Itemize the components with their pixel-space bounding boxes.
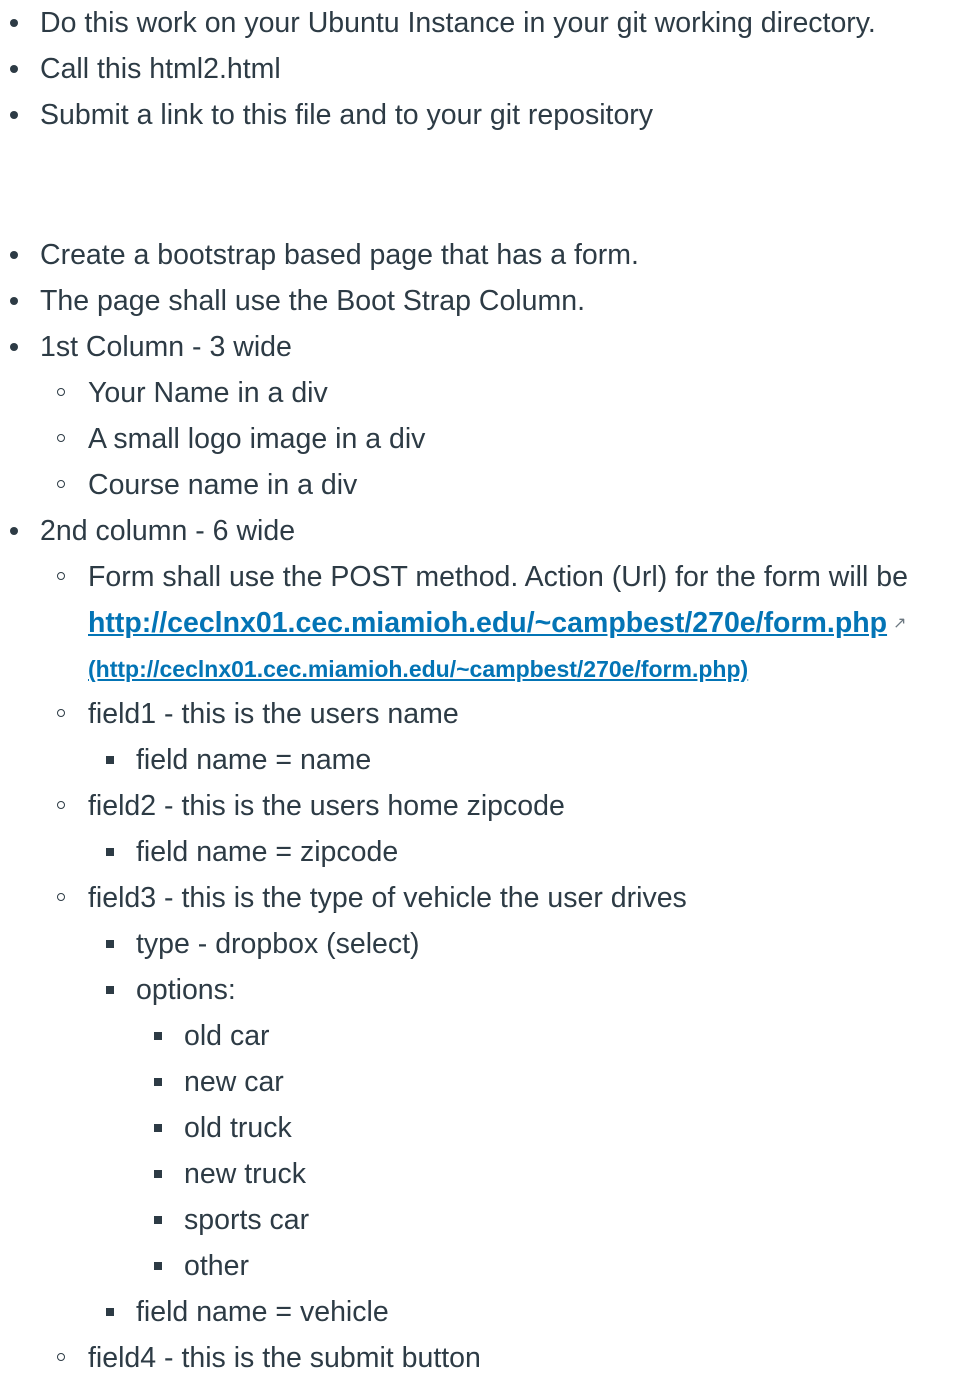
requirements-list: Create a bootstrap based page that has a… — [0, 232, 980, 1376]
list-item: A small logo image in a div — [40, 416, 980, 462]
list-item-text: field name = name — [136, 744, 372, 776]
list-item-text: Course name in a div — [88, 469, 358, 501]
list-item-col2: 2nd column - 6 wide Form shall use the P… — [0, 508, 980, 1376]
list-item-text: new car — [184, 1066, 284, 1098]
col2-sublist: Form shall use the POST method. Action (… — [40, 554, 980, 1376]
intro-list: Do this work on your Ubuntu Instance in … — [0, 0, 980, 138]
list-item-text: options: — [136, 974, 236, 1006]
list-item-text: new truck — [184, 1158, 306, 1190]
list-item-text: type - dropbox (select) — [136, 928, 420, 960]
list-item-text: Form shall use the POST method. Action (… — [88, 561, 908, 593]
list-item: new truck — [136, 1151, 980, 1197]
list-item-form: Form shall use the POST method. Action (… — [40, 554, 980, 691]
field2-sublist: field name = zipcode — [88, 829, 980, 875]
list-item-text: field1 - this is the users name — [88, 698, 459, 730]
list-item-text: Do this work on your Ubuntu Instance in … — [40, 7, 876, 39]
list-item: The page shall use the Boot Strap Column… — [0, 278, 980, 324]
list-item-text: 2nd column - 6 wide — [40, 515, 296, 547]
list-item: Course name in a div — [40, 462, 980, 508]
form-action-link[interactable]: http://ceclnx01.cec.miamioh.edu/~campbes… — [88, 607, 887, 639]
list-item-text: old car — [184, 1020, 270, 1052]
list-item-text: field4 - this is the submit button — [88, 1342, 481, 1374]
list-item-field2: field2 - this is the users home zipcode … — [40, 783, 980, 875]
external-link-icon: ↗ — [893, 615, 907, 632]
list-item-text: field name = vehicle — [136, 1296, 389, 1328]
list-item-text: sports car — [184, 1204, 310, 1236]
list-item: new car — [136, 1059, 980, 1105]
col1-sublist: Your Name in a div A small logo image in… — [40, 370, 980, 508]
list-item: Submit a link to this file and to your g… — [0, 92, 980, 138]
list-item: field name = name — [88, 737, 980, 783]
list-item-text: other — [184, 1250, 249, 1282]
list-item-col1: 1st Column - 3 wide Your Name in a div A… — [0, 324, 980, 508]
field1-sublist: field name = name — [88, 737, 980, 783]
list-item-text: Call this html2.html — [40, 53, 281, 85]
list-item-text: field name = zipcode — [136, 836, 399, 868]
list-item: type - dropbox (select) — [88, 921, 980, 967]
list-item: other — [136, 1243, 980, 1289]
list-item: field name = zipcode — [88, 829, 980, 875]
list-item-text: Create a bootstrap based page that has a… — [40, 239, 639, 271]
list-item: Create a bootstrap based page that has a… — [0, 232, 980, 278]
list-item-text: The page shall use the Boot Strap Column… — [40, 285, 585, 317]
list-item: sports car — [136, 1197, 980, 1243]
list-item: Do this work on your Ubuntu Instance in … — [0, 0, 980, 46]
assignment-page: Do this work on your Ubuntu Instance in … — [0, 0, 980, 1376]
field3-sublist: type - dropbox (select) options: old car… — [88, 921, 980, 1335]
form-action-link-paren[interactable]: (http://ceclnx01.cec.miamioh.edu/~campbe… — [88, 647, 980, 691]
list-item-field3: field3 - this is the type of vehicle the… — [40, 875, 980, 1335]
list-item: old truck — [136, 1105, 980, 1151]
list-item-text: Submit a link to this file and to your g… — [40, 99, 654, 131]
list-item-text: Your Name in a div — [88, 377, 328, 409]
list-item-field1: field1 - this is the users name field na… — [40, 691, 980, 783]
list-item-text: 1st Column - 3 wide — [40, 331, 292, 363]
list-item: Call this html2.html — [0, 46, 980, 92]
list-item-options: options: old car new car old truck new t… — [88, 967, 980, 1289]
list-item: Your Name in a div — [40, 370, 980, 416]
list-item-text: old truck — [184, 1112, 292, 1144]
list-item: field name = vehicle — [88, 1289, 980, 1335]
list-item-text: A small logo image in a div — [88, 423, 426, 455]
list-item-field4: field4 - this is the submit button — [40, 1335, 980, 1376]
options-sublist: old car new car old truck new truck spor… — [136, 1013, 980, 1289]
list-item: old car — [136, 1013, 980, 1059]
list-item-text: field3 - this is the type of vehicle the… — [88, 882, 687, 914]
list-item-text: field2 - this is the users home zipcode — [88, 790, 565, 822]
form-link-line: http://ceclnx01.cec.miamioh.edu/~campbes… — [88, 600, 980, 647]
